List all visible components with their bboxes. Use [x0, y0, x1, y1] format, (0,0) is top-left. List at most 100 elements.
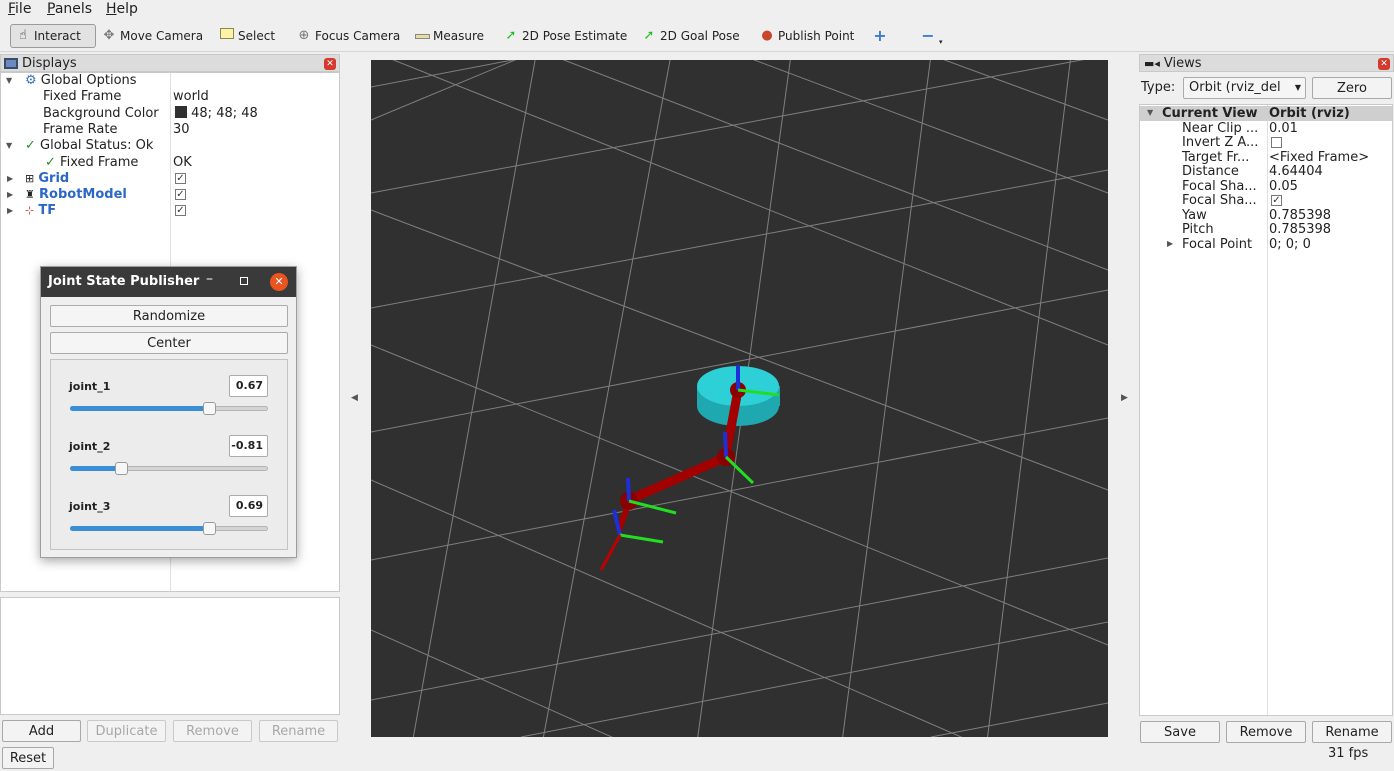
- close-icon[interactable]: ✕: [270, 273, 288, 291]
- target-frame-label: Target Fr...: [1182, 150, 1250, 165]
- current-view-value: Orbit (rviz): [1269, 106, 1350, 121]
- views-property-tree: ▼ Current View Orbit (rviz) Near Clip ..…: [1139, 104, 1393, 716]
- yaw-label: Yaw: [1182, 208, 1207, 223]
- remove-view-button[interactable]: Remove: [1226, 721, 1306, 743]
- background-color-text: 48; 48; 48: [191, 106, 258, 121]
- jsp-title-bar[interactable]: Joint State Publisher – ✕: [41, 267, 296, 297]
- publish-point-tool-button[interactable]: ● Publish Point: [755, 24, 858, 48]
- robot-model-label: RobotModel: [39, 187, 127, 202]
- joint-2-value-field[interactable]: -0.81: [229, 435, 268, 457]
- focus-camera-tool-button[interactable]: ⊕ Focus Camera: [292, 24, 404, 48]
- column-divider[interactable]: [1267, 105, 1268, 715]
- tf-label: TF: [38, 203, 57, 218]
- tf-display-row[interactable]: ⊹ TF: [25, 203, 56, 219]
- joint-3-slider[interactable]: [70, 522, 268, 535]
- publish-point-label: Publish Point: [778, 29, 855, 43]
- pitch-label: Pitch: [1182, 222, 1214, 237]
- select-box-icon: [219, 28, 235, 44]
- rename-display-button[interactable]: Rename: [259, 720, 338, 742]
- reset-button[interactable]: Reset: [2, 747, 54, 769]
- focal-shape-fixed-checkbox[interactable]: ✓: [1271, 195, 1282, 206]
- ruler-icon: [414, 28, 430, 44]
- fixed-frame-label: Fixed Frame: [43, 89, 122, 104]
- remove-tool-button[interactable]: − ▾: [916, 24, 947, 48]
- yaw-value[interactable]: 0.785398: [1269, 209, 1331, 223]
- slider-thumb[interactable]: [115, 462, 128, 475]
- color-swatch: [175, 106, 187, 118]
- display-description-area: [0, 597, 340, 715]
- move-camera-label: Move Camera: [120, 29, 204, 43]
- fixed-frame-value[interactable]: world: [173, 89, 209, 105]
- slider-thumb[interactable]: [203, 522, 216, 535]
- dropdown-arrow-icon: ▾: [939, 38, 943, 46]
- checkmark-icon: ✓: [25, 138, 36, 153]
- rename-view-button[interactable]: Rename: [1312, 721, 1392, 743]
- joint-1-slider[interactable]: [70, 402, 268, 415]
- remove-display-button[interactable]: Remove: [173, 720, 252, 742]
- collapse-arrow-icon[interactable]: ▶: [7, 187, 13, 203]
- green-arrow-icon: ➚: [643, 28, 655, 43]
- pitch-value[interactable]: 0.785398: [1269, 223, 1331, 237]
- robot-model-display-row[interactable]: ♜ RobotModel: [25, 187, 127, 203]
- menu-file[interactable]: File: [8, 1, 31, 17]
- menu-panels[interactable]: Panels: [47, 1, 92, 17]
- expand-arrow-icon[interactable]: ▼: [6, 138, 12, 154]
- save-view-button[interactable]: Save: [1140, 721, 1220, 743]
- pose-estimate-tool-button[interactable]: ➚ 2D Pose Estimate: [499, 24, 631, 48]
- target-frame-value[interactable]: <Fixed Frame>: [1269, 151, 1369, 165]
- close-icon[interactable]: ✕: [1378, 58, 1390, 70]
- center-button[interactable]: Center: [50, 332, 288, 354]
- minimize-icon[interactable]: –: [206, 271, 213, 287]
- joint-2-slider[interactable]: [70, 462, 268, 475]
- global-options-row[interactable]: ⚙ Global Options: [25, 73, 137, 89]
- invert-z-checkbox[interactable]: [1271, 137, 1282, 148]
- expand-arrow-icon[interactable]: ▼: [1147, 105, 1153, 121]
- robot-model-enabled-checkbox[interactable]: ✓: [175, 189, 186, 200]
- move-camera-tool-button[interactable]: ✥ Move Camera: [97, 24, 207, 48]
- background-color-label: Background Color: [43, 106, 159, 121]
- duplicate-display-button[interactable]: Duplicate: [87, 720, 166, 742]
- focal-shape-size-value[interactable]: 0.05: [1269, 180, 1298, 194]
- view-type-select[interactable]: Orbit (rviz_del ▼: [1183, 77, 1306, 99]
- slider-fill: [70, 406, 209, 411]
- maximize-icon[interactable]: [240, 277, 248, 285]
- add-display-button[interactable]: Add: [2, 720, 81, 742]
- distance-value[interactable]: 4.64404: [1269, 165, 1323, 179]
- slider-thumb[interactable]: [203, 402, 216, 415]
- collapse-left-arrow-icon[interactable]: ◀: [351, 393, 358, 403]
- collapse-right-arrow-icon[interactable]: ▶: [1121, 393, 1128, 403]
- expand-arrow-icon[interactable]: ▼: [6, 73, 12, 89]
- collapse-arrow-icon[interactable]: ▶: [7, 171, 13, 187]
- add-tool-button[interactable]: +: [868, 24, 895, 48]
- camera-icon: ▬◂: [1144, 56, 1160, 70]
- status-fixed-frame-row: ✓ Fixed Frame: [45, 155, 138, 171]
- frame-rate-value[interactable]: 30: [173, 122, 190, 138]
- zero-button[interactable]: Zero: [1312, 77, 1392, 99]
- select-tool-button[interactable]: Select: [215, 24, 279, 48]
- grid-enabled-checkbox[interactable]: ✓: [175, 173, 186, 184]
- 3d-render-viewport[interactable]: [371, 60, 1108, 737]
- joint-3-value-field[interactable]: 0.69: [229, 495, 268, 517]
- views-panel-title: ▬◂ Views ✕: [1139, 54, 1394, 72]
- joint-1-value-field[interactable]: 0.67: [229, 375, 268, 397]
- measure-tool-button[interactable]: Measure: [410, 24, 488, 48]
- background-color-value[interactable]: 48; 48; 48: [175, 106, 258, 122]
- plus-icon: +: [873, 26, 887, 45]
- scene-svg: [371, 60, 1108, 737]
- status-ok-value: OK: [173, 155, 192, 170]
- global-status-row[interactable]: ✓ Global Status: Ok: [25, 138, 153, 154]
- goal-pose-tool-button[interactable]: ➚ 2D Goal Pose: [637, 24, 744, 48]
- near-clip-value[interactable]: 0.01: [1269, 122, 1298, 136]
- focal-point-value[interactable]: 0; 0; 0: [1269, 238, 1311, 252]
- randomize-button[interactable]: Randomize: [50, 305, 288, 327]
- collapse-arrow-icon[interactable]: ▶: [7, 203, 13, 219]
- menu-help[interactable]: Help: [106, 1, 138, 17]
- interact-tool-button[interactable]: ☝ Interact: [10, 24, 96, 48]
- status-fixed-frame-label: Fixed Frame: [60, 155, 139, 170]
- collapse-arrow-icon[interactable]: ▶: [1167, 236, 1173, 252]
- focus-camera-label: Focus Camera: [315, 29, 401, 43]
- grid-display-row[interactable]: ⊞ Grid: [25, 171, 69, 187]
- tf-enabled-checkbox[interactable]: ✓: [175, 205, 186, 216]
- monitor-icon: [4, 57, 18, 69]
- close-icon[interactable]: ✕: [324, 58, 336, 70]
